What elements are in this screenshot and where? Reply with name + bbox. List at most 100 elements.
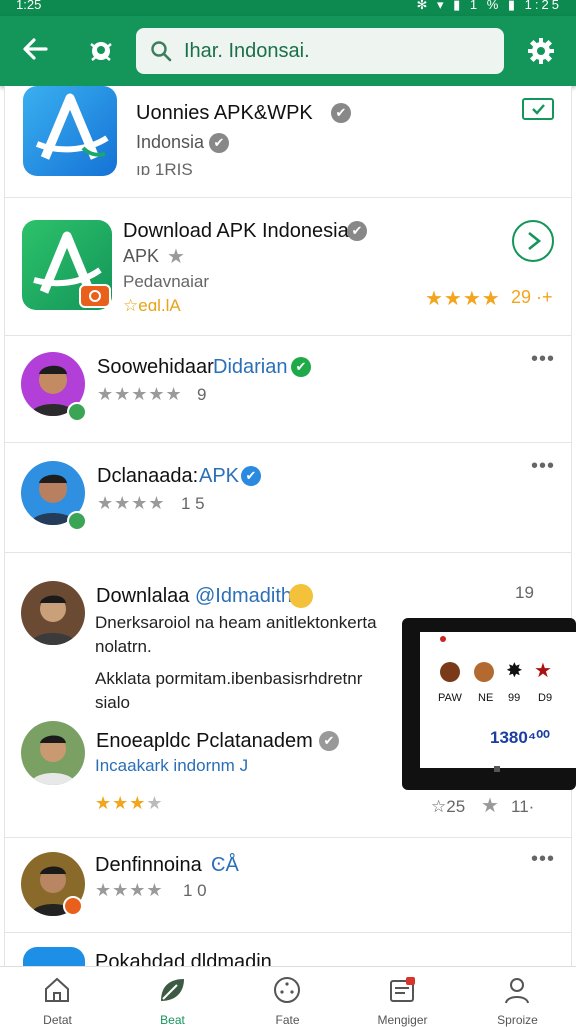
bug-logo-icon[interactable] [88, 38, 114, 64]
arrow-left-icon[interactable] [20, 34, 50, 64]
verified-icon: ✔ [319, 731, 339, 751]
record-dot-icon [440, 636, 446, 642]
nav-label: Fate [275, 1013, 300, 1027]
rating-stars: ★★★★ [95, 793, 164, 813]
media-preview-popup[interactable]: ✸ ★ PAW NE 99 D9 1380⁴⁰⁰ [402, 618, 576, 790]
star-icon: ★ [167, 246, 185, 268]
emoji-icon [289, 584, 313, 608]
preview-label: NE [478, 692, 494, 704]
app-card[interactable]: Pokahdad dldmadin [4, 933, 572, 966]
user-handle: Didarian [213, 356, 288, 378]
user-name: Denfinnoina [95, 854, 202, 876]
preview-screen: ✸ ★ PAW NE 99 D9 1380⁴⁰⁰ [420, 632, 576, 768]
search-icon [150, 40, 172, 62]
app-meta-2: ☆eɑl.lA [123, 296, 181, 315]
avatar [21, 581, 85, 645]
app-title: Pokahdad dldmadin [95, 951, 272, 966]
app-icon [23, 86, 117, 176]
person-icon [505, 978, 529, 1004]
post-text-line: nolatrn. [95, 637, 152, 656]
burst-icon: ✸ [506, 660, 523, 682]
verified-icon: ✔ [291, 357, 311, 377]
results-list: Uonnies APK&WPK ✔ Indonsia ✔ ıɒ 1RIS Dow… [0, 86, 576, 966]
reply-title: Enoeapldc Pclatanadem [96, 730, 313, 752]
post-text-line: Akklata pormitam.ibenbasisrhdretnr [95, 669, 363, 688]
verified-badge-icon [67, 402, 87, 422]
nav-item-profile[interactable]: Sproize [460, 967, 575, 1027]
nav-label: Mengiger [377, 1013, 428, 1027]
rating-value: 9 [197, 385, 207, 404]
leaf-icon [161, 979, 184, 1001]
bottom-navigation: Detat Beat Fate Mengiger Sproize [0, 966, 576, 1027]
status-time: 1:25 [16, 0, 42, 12]
inbox-icon [390, 977, 415, 1002]
star-icon: ★ [534, 660, 552, 682]
nav-item-home[interactable]: Detat [0, 967, 115, 1027]
more-options-icon[interactable]: ••• [531, 848, 555, 871]
verified-icon: ✔ [209, 133, 229, 153]
user-card[interactable]: Denfinnoina ϾÅ ★★★★ 1 0 ••• [4, 838, 572, 933]
app-meta: ıɒ 1RIS [136, 160, 193, 179]
nav-item-messenger[interactable]: Mengiger [345, 967, 460, 1027]
more-options-icon[interactable]: ••• [531, 455, 555, 478]
rating-stars: ★★★★ [425, 288, 501, 310]
star-icon[interactable]: ★ [481, 793, 499, 818]
preview-label: D9 [538, 692, 553, 704]
rating-value: 1 5 [181, 494, 205, 513]
rating-stars: ★★★★ [97, 493, 166, 513]
user-name: Dclanaada: [97, 465, 199, 487]
app-icon [23, 947, 85, 966]
preview-label: PAW [438, 692, 462, 704]
installed-check-icon[interactable] [522, 98, 554, 120]
app-bar: Ihar. Indonsai. [0, 16, 576, 86]
reply-subtitle: Incaakark indornm J [95, 756, 249, 775]
nav-item-beat[interactable]: Beat [115, 967, 230, 1027]
nav-label: Sproize [497, 1013, 538, 1027]
user-handle: @Idmadith [195, 585, 293, 607]
post-time: 19 [515, 583, 534, 602]
status-bar: 1:25 ✻ ▾ ▮ 1 % ▮ 1:25 [0, 0, 576, 16]
user-card[interactable]: Soowehidaar Didarian ✔ ★★★★★ 9 ••• [4, 336, 572, 443]
app-title: Download APK Indonesia [123, 220, 349, 242]
nav-label: Detat [43, 1013, 72, 1027]
preview-label: 99 [508, 692, 521, 704]
app-card[interactable]: Download APK Indonesia ✔ APK ★ Pedavnaia… [4, 198, 572, 336]
play-icon[interactable] [512, 220, 554, 262]
rating-value: 1 0 [183, 881, 207, 900]
avatar-icon [474, 662, 494, 682]
avatar-icon [440, 662, 460, 682]
more-options-icon[interactable]: ••• [531, 348, 555, 371]
nav-item-fate[interactable]: Fate [230, 967, 345, 1027]
user-name: Soowehidaar [97, 356, 214, 378]
post-text-line: Dnerksaroiol na heam anitlektonkerta [95, 613, 377, 632]
verified-badge-icon [67, 511, 87, 531]
user-handle: APK [199, 465, 240, 487]
app-card[interactable]: Uonnies APK&WPK ✔ Indonsia ✔ ıɒ 1RIS [4, 86, 572, 198]
home-dot-icon [494, 766, 500, 772]
user-name: Downlalaa [96, 585, 190, 607]
user-handle-icon: ϾÅ [211, 854, 239, 876]
like-count: ☆25 [431, 797, 466, 816]
post-text-line: sialo [95, 693, 130, 712]
rating-stars: ★★★★★ [97, 384, 183, 404]
verified-icon: ✔ [331, 103, 351, 123]
app-meta: Pedavnaiar [123, 272, 210, 291]
gear-icon[interactable] [526, 36, 556, 66]
avatar [21, 721, 85, 785]
compass-icon [274, 977, 300, 1003]
preview-number: 1380⁴⁰⁰ [490, 728, 550, 747]
search-input[interactable]: Ihar. Indonsai. [136, 28, 504, 74]
camera-badge-icon [79, 284, 111, 308]
rating-stars: ★★★★ [95, 880, 164, 900]
app-subtitle: APK [123, 246, 160, 266]
home-icon [45, 977, 69, 1002]
app-subtitle: Indonsia [136, 132, 205, 152]
app-title: Uonnies APK&WPK [136, 102, 313, 124]
user-card[interactable]: Dclanaada: APK ✔ ★★★★ 1 5 ••• [4, 443, 572, 553]
verified-icon: ✔ [241, 466, 261, 486]
share-count: 11· [511, 797, 535, 816]
rating-value: 29 ·+ [511, 287, 553, 307]
search-value: Ihar. Indonsai. [184, 40, 310, 62]
status-icons: ✻ ▾ ▮ 1 % ▮ 1:25 [416, 0, 562, 12]
verified-icon: ✔ [347, 221, 367, 241]
